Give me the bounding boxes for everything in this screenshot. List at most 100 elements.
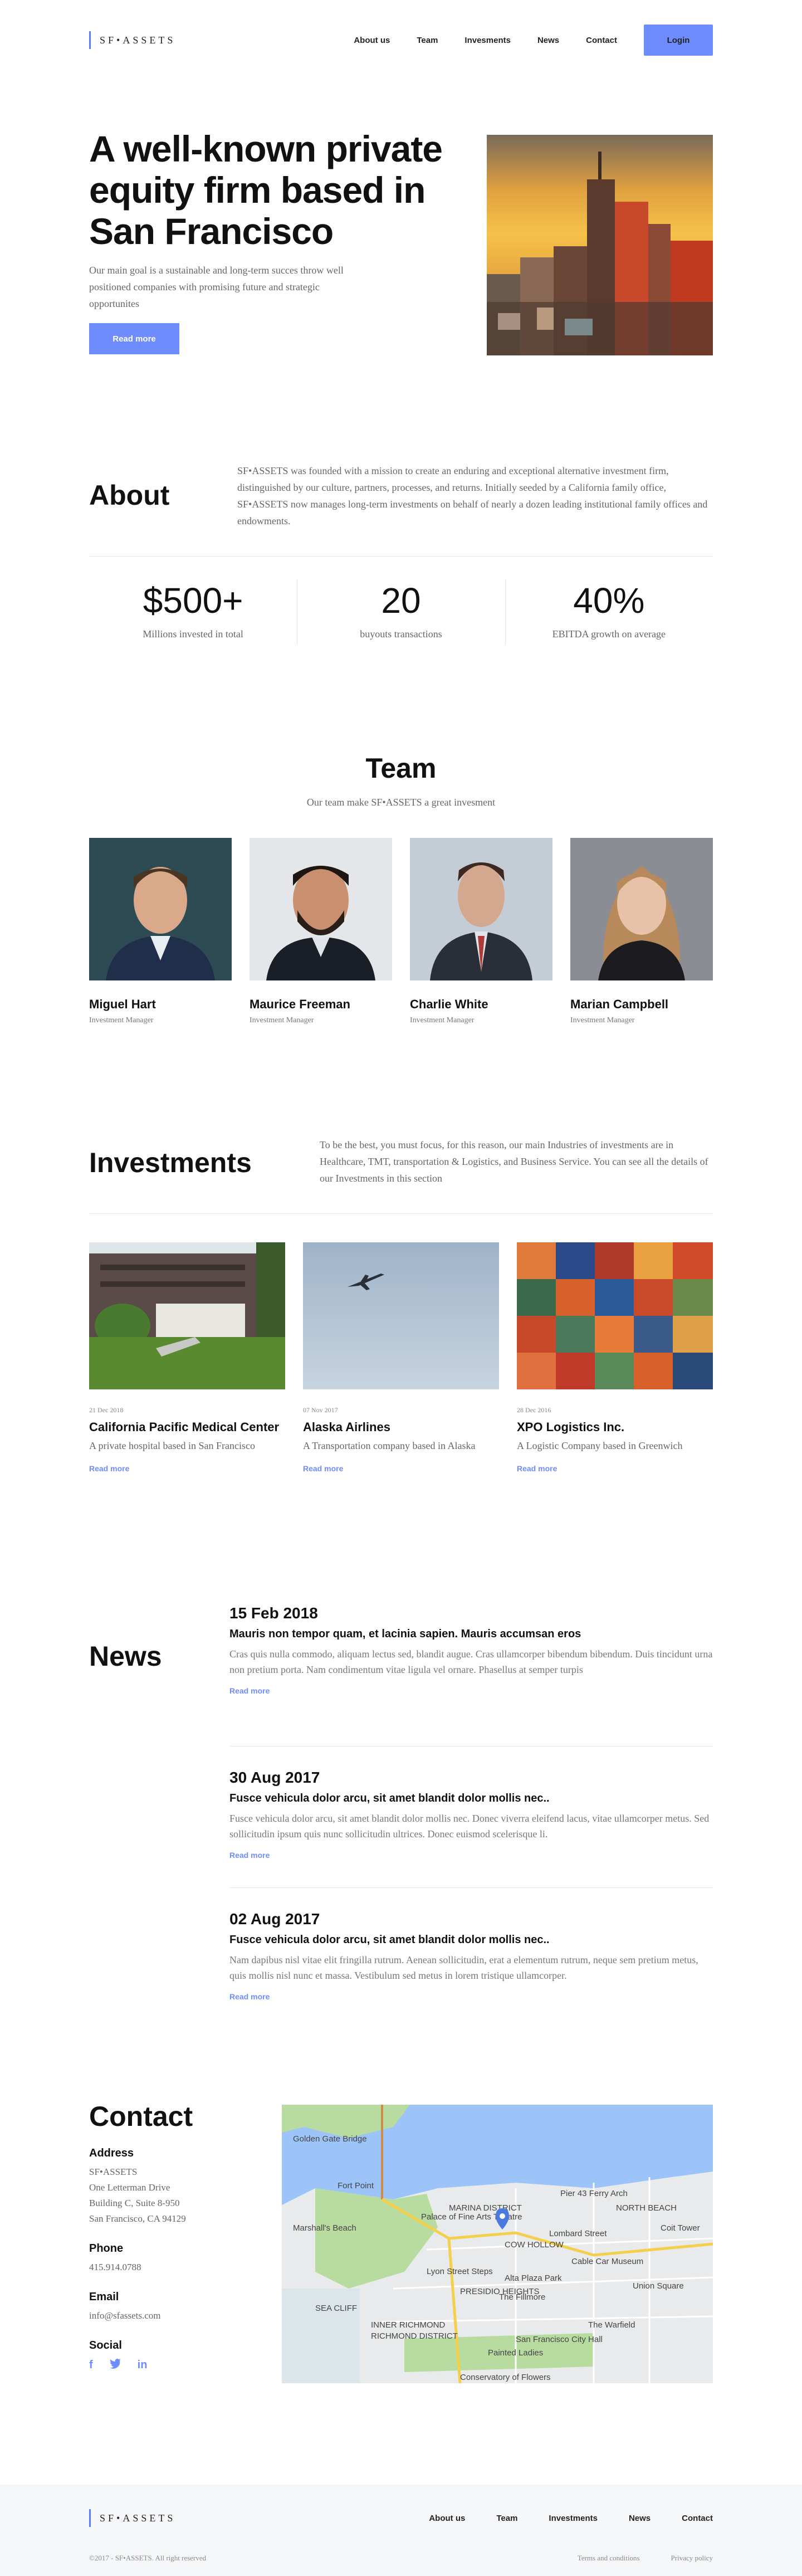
map-label: INNER RICHMOND: [371, 2320, 445, 2330]
hero-text: Our main goal is a sustainable and long-…: [89, 265, 344, 309]
footer-nav-contact[interactable]: Contact: [682, 2514, 713, 2523]
news-headline[interactable]: Fusce vehicula dolor arcu, sit amet blan…: [229, 1934, 713, 1946]
investments-section: Investments To be the best, you must foc…: [89, 1136, 713, 1493]
site-header: SF•ASSETS About us Team Invesments News …: [89, 0, 713, 80]
member-name: Miguel Hart: [89, 997, 156, 1011]
map-label: Cable Car Museum: [571, 2257, 643, 2266]
investments-text: To be the best, you must focus, for this…: [320, 1139, 708, 1184]
news-headline[interactable]: Fusce vehicula dolor arcu, sit amet blan…: [229, 1792, 713, 1805]
contact-title: Contact: [89, 2101, 193, 2132]
map-label: The Warfield: [588, 2320, 635, 2330]
address-text: SF•ASSETS One Letterman Drive Building C…: [89, 2164, 256, 2227]
team-member[interactable]: Miguel Hart Investment Manager: [89, 838, 232, 1025]
map-label: RICHMOND DISTRICT: [371, 2331, 458, 2341]
email-block: Email info@sfassets.com: [89, 2291, 256, 2324]
map-label: San Francisco City Hall: [516, 2335, 603, 2344]
team-member[interactable]: Marian Campbell Investment Manager: [570, 838, 713, 1025]
hero-section: A well-known private equity firm based i…: [89, 128, 713, 357]
facebook-icon[interactable]: f: [89, 2359, 93, 2372]
news-list: 15 Feb 2018 Mauris non tempor quam, et l…: [229, 1604, 713, 2029]
investment-read-more-link[interactable]: Read more: [303, 1464, 499, 1473]
logo[interactable]: SF•ASSETS: [89, 31, 175, 49]
logo-bar: [89, 2509, 91, 2527]
legal-links: Terms and conditions Privacy policy: [546, 2554, 713, 2563]
about-title: About: [89, 480, 170, 511]
map-label: Fort Point: [338, 2181, 374, 2190]
map-label: SEA CLIFF: [315, 2304, 357, 2313]
map-label: Union Square: [633, 2281, 684, 2291]
map-label: Pier 43 Ferry Arch: [560, 2189, 628, 2198]
map-label: NORTH BEACH: [616, 2203, 677, 2213]
team-member[interactable]: Charlie White Investment Manager: [410, 838, 552, 1025]
footer-nav-team[interactable]: Team: [496, 2514, 517, 2523]
footer-logo[interactable]: SF•ASSETS: [89, 2509, 175, 2527]
stat-value: $500+: [143, 580, 243, 621]
login-button[interactable]: Login: [644, 25, 713, 56]
main-nav: About us Team Invesments News Contact Lo…: [327, 25, 713, 56]
stat-label: EBITDA growth on average: [552, 628, 666, 640]
investment-date: 28 Dec 2016: [517, 1406, 551, 1414]
site-footer: SF•ASSETS About us Team Investments News…: [0, 2485, 802, 2576]
copyright: ©2017 - SF•ASSETS. All right reserved: [89, 2554, 207, 2562]
hospital-image: [89, 1242, 285, 1389]
member-name: Maurice Freeman: [250, 997, 350, 1011]
investment-name: California Pacific Medical Center: [89, 1420, 280, 1434]
nav-investments[interactable]: Invesments: [464, 36, 511, 45]
investment-date: 21 Dec 2018: [89, 1406, 124, 1414]
member-photo: [250, 838, 392, 980]
linkedin-icon[interactable]: in: [138, 2359, 148, 2372]
team-title: Team: [365, 753, 437, 784]
terms-link[interactable]: Terms and conditions: [578, 2554, 640, 2563]
news-date: 02 Aug 2017: [229, 1910, 320, 1928]
nav-contact[interactable]: Contact: [586, 36, 617, 45]
map-label: PRESIDIO HEIGHTS: [460, 2287, 540, 2296]
investment-card[interactable]: 28 Dec 2016 XPO Logistics Inc. A Logisti…: [517, 1242, 713, 1473]
hero-read-more-button[interactable]: Read more: [89, 323, 179, 354]
social-block: Social f in: [89, 2339, 256, 2372]
team-member[interactable]: Maurice Freeman Investment Manager: [250, 838, 392, 1025]
stat-value: 40%: [573, 580, 645, 621]
phone-number[interactable]: 415.914.0788: [89, 2260, 256, 2275]
team-grid: Miguel Hart Investment Manager Maurice F…: [89, 838, 713, 1025]
about-section: About SF•ASSETS was founded with a missi…: [89, 462, 713, 663]
contact-info: Address SF•ASSETS One Letterman Drive Bu…: [89, 2147, 256, 2388]
address-line: One Letterman Drive: [89, 2182, 170, 2193]
footer-nav-about[interactable]: About us: [429, 2514, 465, 2523]
investment-read-more-link[interactable]: Read more: [89, 1464, 285, 1473]
phone-block: Phone 415.914.0788: [89, 2242, 256, 2275]
phone-label: Phone: [89, 2242, 124, 2255]
contact-section: Contact Address SF•ASSETS One Letterman …: [89, 2100, 713, 2384]
news-read-more-link[interactable]: Read more: [229, 1992, 713, 2001]
investment-card[interactable]: 07 Nov 2017 Alaska Airlines A Transporta…: [303, 1242, 499, 1473]
privacy-link[interactable]: Privacy policy: [671, 2554, 713, 2563]
news-item: 02 Aug 2017 Fusce vehicula dolor arcu, s…: [229, 1887, 713, 2029]
team-subtitle: Our team make SF•ASSETS a great invesmen…: [306, 797, 496, 808]
footer-nav-news[interactable]: News: [629, 2514, 651, 2523]
map-label: MARINA DISTRICT: [449, 2203, 522, 2213]
news-read-more-link[interactable]: Read more: [229, 1686, 713, 1695]
news-body: Cras quis nulla commodo, aliquam lectus …: [229, 1648, 713, 1675]
investment-read-more-link[interactable]: Read more: [517, 1464, 713, 1473]
footer-nav-investments[interactable]: Investments: [549, 2514, 598, 2523]
stat-label: buyouts transactions: [360, 628, 442, 640]
news-read-more-link[interactable]: Read more: [229, 1851, 713, 1860]
news-headline[interactable]: Mauris non tempor quam, et lacinia sapie…: [229, 1628, 713, 1641]
nav-about[interactable]: About us: [354, 36, 390, 45]
news-item: 30 Aug 2017 Fusce vehicula dolor arcu, s…: [229, 1746, 713, 1887]
team-section: Team Our team make SF•ASSETS a great inv…: [89, 752, 713, 1031]
news-title: News: [89, 1641, 162, 1672]
nav-news[interactable]: News: [537, 36, 559, 45]
nav-team[interactable]: Team: [417, 36, 438, 45]
stats-row: $500+ Millions invested in total 20 buyo…: [89, 579, 713, 645]
news-body: Nam dapibus nisl vitae elit fringilla ru…: [229, 1954, 698, 1981]
news-date: 15 Feb 2018: [229, 1604, 318, 1622]
member-photo: [410, 838, 552, 980]
investment-card[interactable]: 21 Dec 2018 California Pacific Medical C…: [89, 1242, 285, 1473]
member-name: Marian Campbell: [570, 997, 669, 1011]
twitter-icon[interactable]: [109, 2359, 121, 2372]
email-address[interactable]: info@sfassets.com: [89, 2308, 256, 2324]
stat-ebitda: 40% EBITDA growth on average: [505, 579, 713, 645]
address-label: Address: [89, 2147, 134, 2159]
location-map[interactable]: Golden Gate Bridge Fort Point Marshall's…: [282, 2105, 713, 2383]
news-date: 30 Aug 2017: [229, 1769, 320, 1786]
